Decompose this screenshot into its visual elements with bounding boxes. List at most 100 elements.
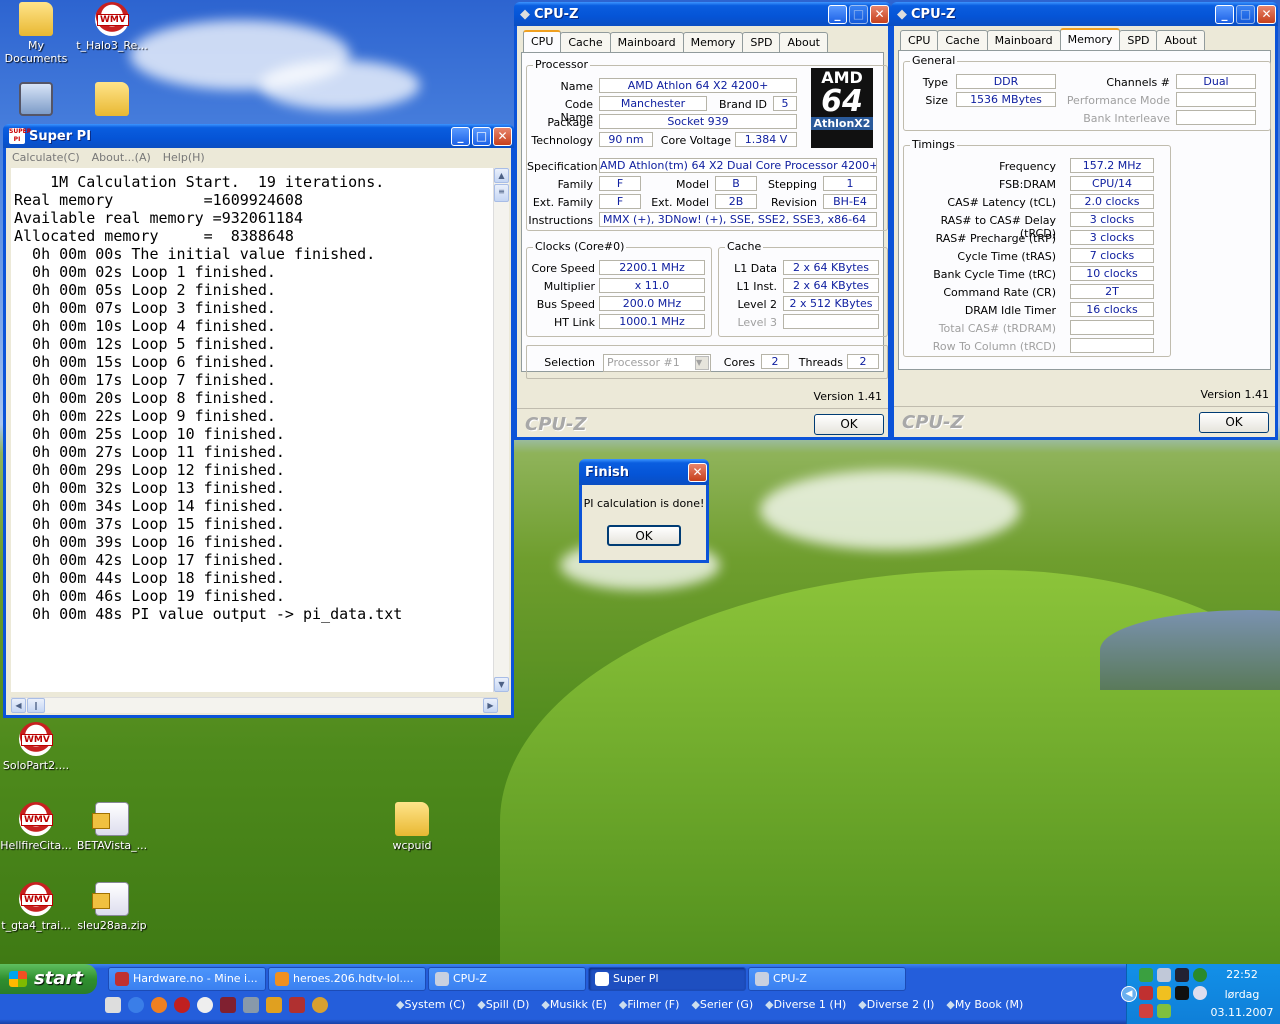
cpuz-titlebar[interactable]: ◆ CPU-Z _ □ ✕	[891, 2, 1278, 26]
scroll-thumb[interactable]: ≡	[494, 184, 509, 202]
app-icon[interactable]	[266, 997, 282, 1013]
toolbar-item[interactable]: Spill (D)	[477, 998, 530, 1011]
console-line: 0h 00m 10s Loop 4 finished.	[14, 317, 276, 335]
level2-label: Level 2	[737, 298, 777, 311]
minimize-button[interactable]: _	[828, 4, 847, 24]
desktop-icon-wcpuid[interactable]: wcpuid	[372, 802, 452, 852]
tray-icon[interactable]	[1193, 968, 1207, 982]
taskbar-button[interactable]: Hardware.no - Mine i...	[108, 967, 266, 991]
desktop-icon-gta4[interactable]: t_gta4_trai...	[0, 882, 76, 932]
menu-calculate[interactable]: Calculate(C)	[12, 151, 80, 164]
channels-label: Channels #	[1106, 76, 1170, 89]
tab-about[interactable]: About	[779, 32, 828, 52]
family-label: Family	[557, 178, 593, 191]
close-button[interactable]: ✕	[1257, 4, 1276, 24]
taskbar-button[interactable]: heroes.206.hdtv-lol....	[268, 967, 426, 991]
taskbar-button[interactable]: Super PI	[588, 967, 746, 991]
scroll-down-button[interactable]: ▼	[494, 677, 509, 692]
timing-label: Cycle Time (tRAS)	[957, 250, 1056, 263]
console-line: 0h 00m 20s Loop 8 finished.	[14, 389, 276, 407]
tab-cache[interactable]: Cache	[937, 30, 988, 50]
media-player-icon[interactable]	[197, 997, 213, 1013]
tray-icon[interactable]	[1193, 986, 1207, 1000]
app-icon[interactable]	[312, 997, 328, 1013]
perfmode-value	[1176, 92, 1256, 107]
tab-mainboard[interactable]: Mainboard	[609, 32, 684, 52]
close-button[interactable]: ✕	[688, 462, 707, 482]
tab-cpu[interactable]: CPU	[900, 30, 939, 50]
toolbar-item[interactable]: Serier (G)	[691, 998, 753, 1011]
close-button[interactable]: ✕	[870, 4, 889, 24]
superpi-titlebar[interactable]: SUPER PI Super PI _ □ ✕	[3, 124, 514, 148]
tab-spd[interactable]: SPD	[742, 32, 781, 52]
internet-explorer-icon[interactable]	[128, 997, 144, 1013]
toolbar-item[interactable]: My Book (M)	[946, 998, 1023, 1011]
taskbar-button-label: heroes.206.hdtv-lol....	[293, 972, 414, 985]
scroll-thumb-h[interactable]: ‖	[27, 698, 45, 713]
toolbar-item[interactable]: Filmer (F)	[619, 998, 679, 1011]
desktop-icon-hellfire[interactable]: HellfireCita...	[0, 802, 76, 852]
minimize-button[interactable]: _	[1215, 4, 1234, 24]
tray-icon[interactable]	[1157, 986, 1171, 1000]
tab-cache[interactable]: Cache	[560, 32, 611, 52]
scroll-left-button[interactable]: ◀	[11, 698, 26, 713]
scroll-right-button[interactable]: ▶	[483, 698, 498, 713]
toolbar-item[interactable]: System (C)	[396, 998, 465, 1011]
cpuz-titlebar[interactable]: ◆ CPU-Z _ □ ✕	[514, 2, 891, 26]
horizontal-scrollbar[interactable]: ◀ ‖ ▶	[11, 697, 498, 713]
desktop-icon-solopart2[interactable]: SoloPart2....	[0, 722, 76, 772]
chevron-left-icon[interactable]: ◀	[1121, 986, 1137, 1002]
desktop-icon-my-documents[interactable]: My Documents	[0, 2, 76, 65]
taskbar-button[interactable]: CPU-Z	[748, 967, 906, 991]
start-button[interactable]: start	[0, 964, 97, 994]
close-button[interactable]: ✕	[493, 126, 512, 146]
tray-icon[interactable]	[1157, 968, 1171, 982]
toolbar-item[interactable]: Musikk (E)	[541, 998, 607, 1011]
show-desktop-icon[interactable]	[105, 997, 121, 1013]
processor-select[interactable]: Processor #1 ▼	[603, 354, 711, 372]
tab-cpu[interactable]: CPU	[523, 30, 562, 52]
tab-mainboard[interactable]: Mainboard	[986, 30, 1061, 50]
tray-icon[interactable]	[1175, 968, 1189, 982]
app-icon[interactable]	[289, 997, 305, 1013]
cpuz-memory-window: ◆ CPU-Z _ □ ✕ CPU Cache Mainboard Memory…	[891, 2, 1278, 440]
tray-icon[interactable]	[1139, 968, 1153, 982]
tab-spd[interactable]: SPD	[1119, 30, 1158, 50]
tray-icon[interactable]	[1157, 1004, 1171, 1018]
desktop-icon-my-computer[interactable]	[0, 82, 76, 119]
desktop-icon-betavista[interactable]: BETAVista_...	[72, 802, 152, 852]
menu-help[interactable]: Help(H)	[163, 151, 205, 164]
tab-memory[interactable]: Memory	[1059, 28, 1121, 50]
clock-time[interactable]: 22:52	[1210, 968, 1274, 981]
maximize-button: □	[1236, 4, 1255, 24]
ok-button[interactable]: OK	[1199, 412, 1269, 433]
app-icon[interactable]	[220, 997, 236, 1013]
tab-memory[interactable]: Memory	[682, 32, 744, 52]
menu-about[interactable]: About...(A)	[92, 151, 151, 164]
desktop-icon-sleu28aa[interactable]: sleu28aa.zip	[72, 882, 152, 932]
ok-button[interactable]: OK	[814, 414, 884, 435]
toolbar-item[interactable]: Diverse 1 (H)	[765, 998, 847, 1011]
console-line: 0h 00m 05s Loop 2 finished.	[14, 281, 276, 299]
opera-icon[interactable]	[174, 997, 190, 1013]
threads-value: 2	[847, 354, 879, 369]
type-label: Type	[922, 76, 948, 89]
tray-icon[interactable]	[1175, 986, 1189, 1000]
desktop-icon-halo3[interactable]: t_Halo3_Re...	[72, 2, 152, 52]
tab-about[interactable]: About	[1156, 30, 1205, 50]
dialog-titlebar[interactable]: Finish ✕	[579, 459, 709, 485]
dialog-ok-button[interactable]: OK	[607, 525, 681, 546]
tray-icon[interactable]	[1139, 1004, 1153, 1018]
app-icon[interactable]	[243, 997, 259, 1013]
busspeed-label: Bus Speed	[536, 298, 595, 311]
firefox-icon[interactable]	[151, 997, 167, 1013]
console-line: 0h 00m 34s Loop 14 finished.	[14, 497, 285, 515]
maximize-button[interactable]: □	[472, 126, 491, 146]
taskbar-button[interactable]: CPU-Z	[428, 967, 586, 991]
tray-icon[interactable]	[1139, 986, 1153, 1000]
toolbar-item[interactable]: Diverse 2 (I)	[858, 998, 935, 1011]
desktop-icon-folder[interactable]	[72, 82, 152, 119]
scroll-up-button[interactable]: ▲	[494, 168, 509, 183]
vertical-scrollbar[interactable]: ▲ ≡ ▼	[493, 168, 509, 692]
minimize-button[interactable]: _	[451, 126, 470, 146]
